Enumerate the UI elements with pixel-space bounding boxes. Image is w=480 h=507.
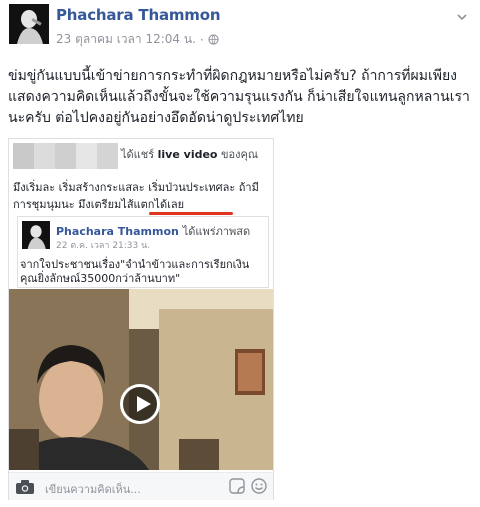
shared-text: มึงเริ่มละ เริ่มสร้างกระแสละ เริ่มป่วนปร…: [13, 181, 259, 211]
meta-separator: ·: [199, 32, 204, 47]
comment-icons: [229, 478, 267, 494]
comment-input[interactable]: เขียนความคิดเห็น...: [45, 480, 141, 498]
inner-date[interactable]: 22 ต.ค. เวลา 21:33 น.: [56, 238, 150, 252]
chevron-down-icon[interactable]: [456, 8, 468, 21]
shared-header-suffix: ของคุณ: [220, 148, 259, 161]
red-underline: [149, 212, 233, 215]
inner-action: ได้แพร่ภาพสด: [182, 225, 251, 238]
inner-author-name[interactable]: Phachara Thammon: [56, 225, 179, 238]
camera-icon[interactable]: [16, 479, 34, 494]
live-video-thumbnail[interactable]: [9, 289, 273, 470]
blurred-avatar: [13, 143, 118, 169]
comment-bar[interactable]: เขียนความคิดเห็น...: [9, 472, 273, 500]
shared-header-prefix: ได้แชร์: [121, 148, 155, 161]
post-meta: 23 ตุลาคม เวลา 12:04 น. ·: [56, 30, 219, 49]
inner-text: จากใจประชาชนเรื่อง"จำนำข้าวและการเรียกเง…: [20, 258, 250, 285]
sticker-icon[interactable]: [229, 478, 245, 494]
shared-header: ได้แชร์ live video ของคุณ: [121, 145, 258, 163]
author-name[interactable]: Phachara Thammon: [56, 6, 221, 24]
shared-header-link[interactable]: live video: [158, 148, 218, 161]
shared-post-card[interactable]: ได้แชร์ live video ของคุณ มึงเริ่มละ เริ…: [8, 138, 274, 500]
play-icon[interactable]: [120, 384, 160, 424]
inner-live-post[interactable]: Phachara Thammon ได้แพร่ภาพสด 22 ต.ค. เว…: [17, 216, 269, 288]
emoji-icon[interactable]: [251, 478, 267, 494]
post-text: ข่มขู่กันแบบนี้เข้าข่ายการกระทำที่ผิดกฎห…: [8, 68, 470, 126]
globe-icon[interactable]: [208, 34, 219, 45]
inner-avatar[interactable]: [22, 221, 50, 249]
facebook-post: Phachara Thammon 23 ตุลาคม เวลา 12:04 น.…: [0, 0, 480, 507]
author-avatar[interactable]: [9, 4, 49, 44]
post-date[interactable]: 23 ตุลาคม เวลา 12:04 น.: [56, 30, 196, 49]
